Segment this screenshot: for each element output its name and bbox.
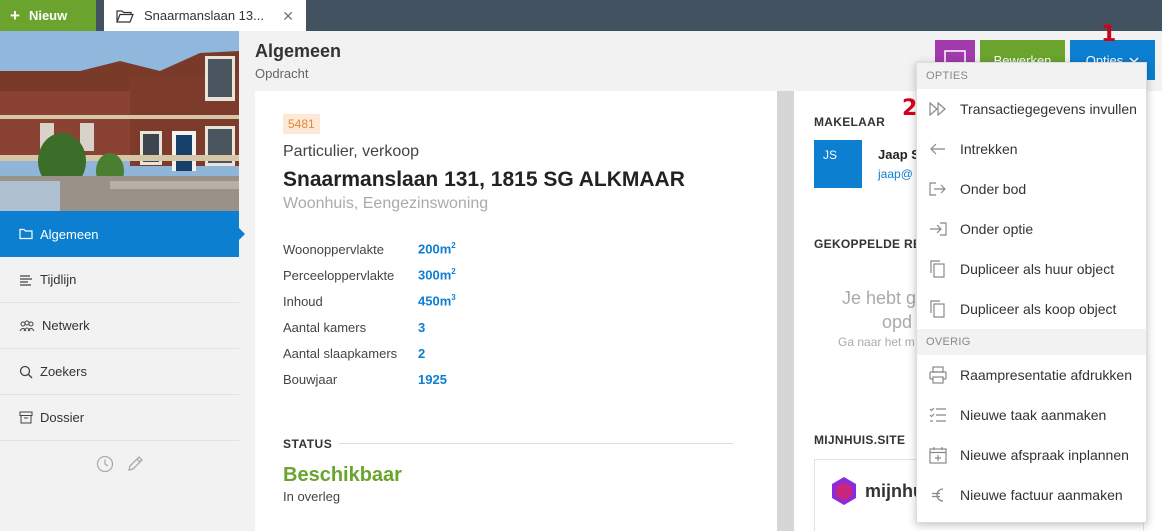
menu-item-under-option[interactable]: Onder optie <box>917 209 1146 249</box>
tab-title: Snaarmanslaan 13... <box>144 8 264 23</box>
spec-value: 200m2 <box>418 241 456 257</box>
folder-open-icon <box>116 9 134 23</box>
spec-label: Perceeloppervlakte <box>283 267 395 283</box>
calendar-plus-icon <box>929 447 947 464</box>
sidebar-item-label: Algemeen <box>40 226 99 242</box>
agent-name: Jaap S <box>878 147 920 162</box>
sidebar-item-label: Dossier <box>40 410 85 425</box>
spec-label: Aantal slaapkamers <box>283 345 398 361</box>
timeline-icon <box>20 274 32 286</box>
spec-value: 300m2 <box>418 267 456 283</box>
menu-item-new-appointment[interactable]: Nieuwe afspraak inplannen <box>917 435 1146 475</box>
sidebar-item-label: Netwerk <box>42 318 90 333</box>
spec-row: Perceeloppervlakte 300m2 <box>283 262 456 288</box>
network-icon <box>19 320 35 331</box>
site-heading: MIJNHUIS.SITE <box>814 433 906 447</box>
property-address: Snaarmanslaan 131, 1815 SG ALKMAAR <box>283 168 685 191</box>
copy-icon <box>930 300 945 318</box>
menu-item-new-invoice[interactable]: Nieuwe factuur aanmaken <box>917 475 1146 515</box>
status-sub: In overleg <box>283 489 341 504</box>
sign-out-icon <box>929 182 946 196</box>
section-other: OVERIG <box>917 329 1146 355</box>
property-card: 5481 Particulier, verkoop Snaarmanslaan … <box>255 91 777 531</box>
options-dropdown: OPTIES Transactiegegevens invullen Intre… <box>916 62 1147 523</box>
spec-row: Bouwjaar 1925 <box>283 366 456 392</box>
spec-value: 1925 <box>418 371 447 387</box>
menu-item-new-task[interactable]: Nieuwe taak aanmaken <box>917 395 1146 435</box>
status-divider <box>339 443 733 444</box>
sign-in-icon <box>930 222 947 236</box>
sidebar-item-tijdlijn[interactable]: Tijdlijn <box>0 257 239 303</box>
new-button-label: Nieuw <box>28 8 68 23</box>
status-value: Beschikbaar <box>283 464 402 486</box>
avatar: JS <box>814 140 862 188</box>
property-type: Particulier, verkoop <box>283 143 420 160</box>
page-subtitle: Opdracht <box>255 66 309 81</box>
spec-row: Aantal kamers 3 <box>283 314 456 340</box>
printer-icon <box>929 366 947 384</box>
close-icon[interactable]: ✕ <box>282 8 294 25</box>
menu-item-withdraw[interactable]: Intrekken <box>917 129 1146 169</box>
sidebar: Algemeen Tijdlijn Netwerk Zoekers Dossie… <box>0 211 245 531</box>
spec-value: 3 <box>418 319 426 335</box>
pencil-icon[interactable] <box>126 455 144 473</box>
spec-label: Inhoud <box>283 293 323 309</box>
arrow-left-icon <box>930 143 945 155</box>
property-photo <box>0 31 239 211</box>
top-bar: + Nieuw Snaarmanslaan 13... ✕ <box>0 0 1162 31</box>
scrollbar[interactable] <box>777 91 794 531</box>
spec-value: 450m3 <box>418 293 456 309</box>
sidebar-item-label: Tijdlijn <box>40 272 77 287</box>
empty-state-sub: Ga naar het m <box>838 335 915 349</box>
clock-icon[interactable] <box>96 455 114 473</box>
menu-item-duplicate-rent[interactable]: Dupliceer als huur object <box>917 249 1146 289</box>
sidebar-item-zoekers[interactable]: Zoekers <box>0 349 239 395</box>
archive-icon <box>19 411 33 424</box>
empty-state-title: Je hebt g opd <box>842 288 917 332</box>
spec-row: Woonoppervlakte 200m2 <box>283 236 456 262</box>
linked-heading: GEKOPPELDE RE <box>814 237 922 251</box>
sidebar-tools <box>0 441 239 473</box>
sidebar-item-netwerk[interactable]: Netwerk <box>0 303 239 349</box>
copy-icon <box>930 260 945 278</box>
section-options: OPTIES <box>917 63 1146 89</box>
sidebar-item-label: Zoekers <box>40 364 87 379</box>
tab-property[interactable]: Snaarmanslaan 13... ✕ <box>104 0 306 31</box>
step-marker-2: 2 <box>902 96 918 121</box>
euro-icon <box>932 488 944 502</box>
status-heading: STATUS <box>283 437 333 451</box>
menu-item-duplicate-buy[interactable]: Dupliceer als koop object <box>917 289 1146 329</box>
menu-item-print[interactable]: Raampresentatie afdrukken <box>917 355 1146 395</box>
fast-forward-icon <box>929 101 946 117</box>
spec-label: Bouwjaar <box>283 371 338 387</box>
search-icon <box>19 365 33 378</box>
spec-row: Aantal slaapkamers 2 <box>283 340 456 366</box>
site-logo: mijnhui <box>831 476 929 506</box>
page-title: Algemeen <box>255 41 342 61</box>
spec-label: Woonoppervlakte <box>283 241 384 257</box>
spec-label: Aantal kamers <box>283 319 367 335</box>
spec-table: Woonoppervlakte 200m2 Perceeloppervlakte… <box>283 236 456 392</box>
spec-row: Inhoud 450m3 <box>283 288 456 314</box>
folder-icon <box>19 228 33 240</box>
agent-heading: MAKELAAR <box>814 115 886 129</box>
agent-email[interactable]: jaap@ <box>878 167 913 181</box>
tasklist-icon <box>929 407 946 422</box>
property-subtype: Woonhuis, Eengezinswoning <box>283 195 489 212</box>
sidebar-item-algemeen[interactable]: Algemeen <box>0 211 245 257</box>
spec-value: 2 <box>418 345 426 361</box>
property-id-badge: 5481 <box>283 114 320 134</box>
new-button[interactable]: + Nieuw <box>0 0 96 31</box>
menu-item-under-bid[interactable]: Onder bod <box>917 169 1146 209</box>
sidebar-item-dossier[interactable]: Dossier <box>0 395 239 441</box>
plus-icon: + <box>10 6 20 25</box>
menu-item-transaction[interactable]: Transactiegegevens invullen <box>917 89 1146 129</box>
step-marker-1: 1 <box>1101 22 1117 47</box>
mijnhuis-logo-icon <box>832 477 856 505</box>
